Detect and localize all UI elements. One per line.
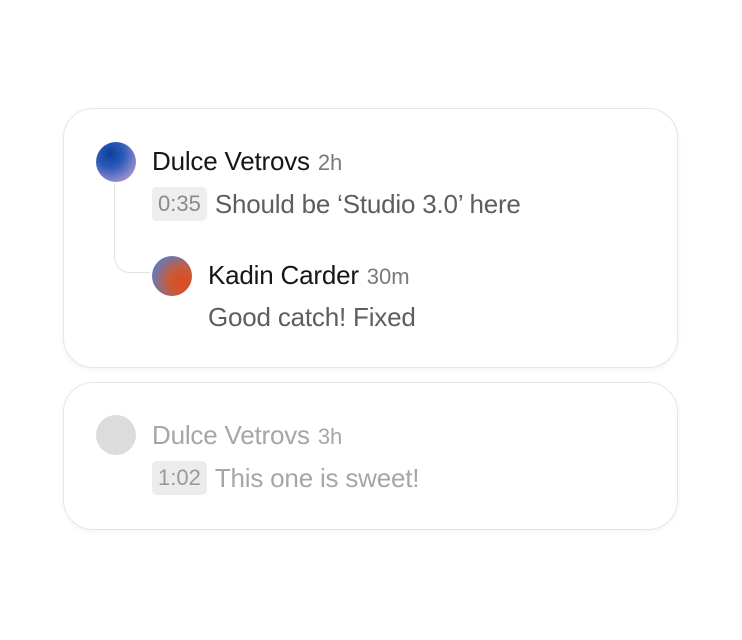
reply-text: Good catch! Fixed [208,302,416,332]
comment-thread-card[interactable]: Dulce Vetrovs 2h 0:35 Should be ‘Studio … [63,108,678,368]
comment-text: Should be ‘Studio 3.0’ here [214,188,521,219]
avatar[interactable] [96,415,136,455]
comment-time: 2h [317,150,343,175]
avatar[interactable] [152,256,192,296]
comment-author[interactable]: Dulce Vetrovs [152,146,310,177]
reply-body: Good catch! Fixed [208,302,416,333]
avatar[interactable] [96,142,136,182]
timestamp-chip[interactable]: 0:35 [152,187,207,221]
comment-body: 1:02 This one is sweet! [152,461,420,495]
reply-time: 30m [366,264,410,289]
comment-thread-card[interactable]: Dulce Vetrovs 3h 1:02 This one is sweet! [63,382,678,530]
comment-header: Dulce Vetrovs 2h [152,146,342,177]
comment-body: 0:35 Should be ‘Studio 3.0’ here [152,187,521,221]
comment-author[interactable]: Dulce Vetrovs [152,420,310,451]
reply-header: Kadin Carder 30m [208,260,410,291]
comment-time: 3h [317,424,343,449]
reply-author[interactable]: Kadin Carder [208,260,359,291]
timestamp-chip[interactable]: 1:02 [152,461,207,495]
comment-header: Dulce Vetrovs 3h [152,420,342,451]
thread-connector-line [114,183,150,273]
comment-text: This one is sweet! [214,462,420,493]
